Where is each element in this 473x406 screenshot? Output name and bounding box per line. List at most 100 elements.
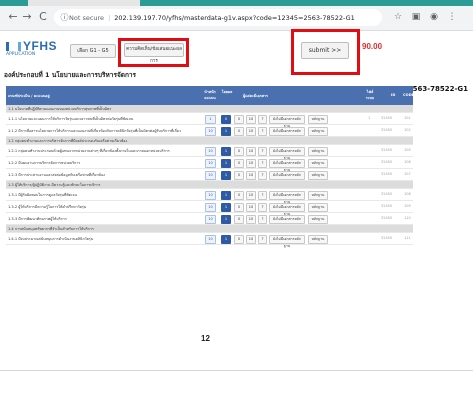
help-button[interactable]: ?: [258, 203, 267, 212]
section-row: 1.1 นโยบายที่ปฏิบัติตามแผนงานของหน่วยบริ…: [6, 105, 413, 113]
upload-evidence-button[interactable]: ยังไม่มีเอกสารหลักฐาน: [269, 147, 305, 160]
help-button[interactable]: ?: [258, 147, 267, 156]
score-option[interactable]: 0: [234, 115, 244, 124]
result-box[interactable]: 1: [221, 147, 231, 156]
row-code: 107: [404, 172, 411, 176]
score-option[interactable]: 10: [246, 191, 256, 200]
score-option[interactable]: 0: [234, 171, 244, 180]
col-code: CODE: [403, 93, 415, 97]
criteria-text: 1.4 การสนับสนุนทรัพยากรที่จำเป็นสำหรับกา…: [8, 227, 94, 231]
view-evidence-button[interactable]: หลักฐาน: [308, 147, 328, 156]
view-evidence-button[interactable]: หลักฐาน: [308, 203, 328, 212]
upload-evidence-button[interactable]: ยังไม่มีเอกสารหลักฐาน: [269, 235, 305, 248]
extension-icon[interactable]: ▣: [410, 11, 422, 23]
row-id: 32450: [381, 116, 393, 120]
row-id: 32450: [381, 148, 393, 152]
score-option[interactable]: 10: [246, 171, 256, 180]
help-button[interactable]: ?: [258, 215, 267, 224]
weight-box: 10: [205, 191, 216, 200]
star-icon[interactable]: ☆: [392, 11, 404, 23]
weight-box: 10: [205, 159, 216, 168]
view-evidence-button[interactable]: หลักฐาน: [308, 171, 328, 180]
address-bar[interactable]: ⓘNot secure | 202.139.197.70/yfhs/masterda…: [54, 9, 382, 26]
app-logo: YFHS APPLICATION: [6, 39, 58, 57]
score-option[interactable]: 0: [234, 147, 244, 156]
criteria-text: 1.3.1 มีผู้รับผิดชอบในการดูแลวัยรุ่นที่ช…: [8, 193, 77, 197]
score-option[interactable]: 10: [246, 159, 256, 168]
select-level-button[interactable]: เลือก G1 - G5: [70, 44, 116, 58]
row-id: 32450: [381, 216, 393, 220]
reload-icon[interactable]: C: [36, 10, 50, 24]
help-button[interactable]: ?: [258, 171, 267, 180]
browser-toolbar: ← → C ⓘNot secure | 202.139.197.70/yfhs/ma…: [0, 6, 473, 31]
table-row: 1.4.1 มีงบประมาณสนับสนุนการดำเนินงานคลิน…: [6, 233, 413, 248]
table-row: 1.1.2 มีการสื่อสารนโยบายการให้บริการและแ…: [6, 125, 413, 140]
result-box[interactable]: 1: [221, 171, 231, 180]
score-option[interactable]: 10: [246, 147, 256, 156]
upload-evidence-button[interactable]: ยังไม่มีเอกสารหลักฐาน: [269, 159, 305, 172]
criteria-text: 1.2.1 กลุ่มคนทำงานประกอบด้วยผู้แทนจากหน่…: [8, 149, 170, 153]
view-evidence-button[interactable]: หลักฐาน: [308, 235, 328, 244]
section-row: 1.2 กลุ่มคนทำงานและการบริหารจัดการที่มีอ…: [6, 137, 413, 145]
score-option[interactable]: 10: [246, 215, 256, 224]
help-button[interactable]: ?: [258, 115, 267, 124]
score-option[interactable]: 0: [234, 203, 244, 212]
score-option[interactable]: 10: [246, 203, 256, 212]
forward-icon[interactable]: →: [20, 10, 34, 24]
result-box[interactable]: 1: [221, 127, 231, 136]
view-evidence-button[interactable]: หลักฐาน: [308, 127, 328, 136]
table-row: 1.3.1 มีผู้รับผิดชอบในการดูแลวัยรุ่นที่ช…: [6, 189, 413, 204]
profile-icon[interactable]: ◉: [428, 11, 440, 23]
upload-evidence-button[interactable]: ยังไม่มีเอกสารหลักฐาน: [269, 203, 305, 216]
view-evidence-button[interactable]: หลักฐาน: [308, 215, 328, 224]
result-box[interactable]: 1: [221, 215, 231, 224]
result-box[interactable]: 1: [221, 191, 231, 200]
help-button[interactable]: ?: [258, 235, 267, 244]
upload-evidence-button[interactable]: ยังไม่มีเอกสารหลักฐาน: [269, 191, 305, 204]
row-code: 108: [404, 192, 411, 196]
menu-icon[interactable]: ⋮: [446, 11, 458, 23]
upload-evidence-button[interactable]: ยังไม่มีเอกสารหลักฐาน: [269, 215, 305, 228]
help-button[interactable]: ?: [258, 191, 267, 200]
row-code: 111: [404, 236, 411, 240]
row-id: 32450: [381, 160, 393, 164]
upload-evidence-button[interactable]: ยังไม่มีเอกสารหลักฐาน: [269, 127, 305, 140]
row-code: 106: [404, 160, 411, 164]
view-evidence-button[interactable]: หลักฐาน: [308, 115, 328, 124]
score-option[interactable]: 0: [234, 215, 244, 224]
info-icon[interactable]: ⓘ: [60, 9, 69, 26]
score-option[interactable]: 0: [234, 127, 244, 136]
criteria-text: 1.1.1 นโยบายและแผนการให้บริการวัยรุ่นและ…: [8, 117, 134, 121]
score-option[interactable]: 0: [234, 191, 244, 200]
result-box[interactable]: 1: [221, 159, 231, 168]
back-icon[interactable]: ←: [6, 10, 20, 24]
help-button[interactable]: ?: [258, 159, 267, 168]
criteria-text: 1.1.2 มีการสื่อสารนโยบายการให้บริการและแ…: [8, 129, 181, 133]
url-text[interactable]: 202.139.197.70/yfhs/masterdata-g1v.aspx?…: [114, 14, 355, 22]
section-row: 1.4 การสนับสนุนทรัพยากรที่จำเป็นสำหรับกา…: [6, 225, 413, 233]
score-option[interactable]: 10: [246, 115, 256, 124]
view-evidence-button[interactable]: หลักฐาน: [308, 191, 328, 200]
table-header: เกณฑ์ประเมิน / คะแนนอยู่ นำหนักคะแนน โดย…: [6, 86, 415, 105]
score-option[interactable]: 10: [246, 235, 256, 244]
upload-evidence-button[interactable]: ยังไม่มีเอกสารหลักฐาน: [269, 171, 305, 184]
weight-box: 10: [205, 127, 216, 136]
col-id: ID: [391, 93, 396, 97]
result-box[interactable]: 0: [221, 115, 231, 124]
page-number: 12: [201, 334, 210, 343]
score-option[interactable]: 0: [234, 159, 244, 168]
criteria-text: 1.3 ผู้ให้บริการ/ผู้ปฏิบัติงาน มีความรู้…: [8, 183, 101, 187]
col-criteria: เกณฑ์ประเมิน / คะแนนอยู่: [8, 94, 50, 98]
row-code: 109: [404, 204, 411, 208]
result-box[interactable]: 1: [221, 235, 231, 244]
row-id: 32450: [381, 204, 393, 208]
score-option[interactable]: 0: [234, 235, 244, 244]
view-evidence-button[interactable]: หลักฐาน: [308, 159, 328, 168]
result-box[interactable]: 1: [221, 203, 231, 212]
upload-evidence-button[interactable]: ยังไม่มีเอกสารหลักฐาน: [269, 115, 305, 128]
help-button[interactable]: ?: [258, 127, 267, 136]
edit-comment-button[interactable]: ความคิดเห็น/ข้อเสนอแนะผลการ: [124, 43, 184, 64]
row-code: 110: [404, 216, 411, 220]
score-option[interactable]: 10: [246, 127, 256, 136]
submit-button[interactable]: submit >>: [301, 42, 349, 59]
